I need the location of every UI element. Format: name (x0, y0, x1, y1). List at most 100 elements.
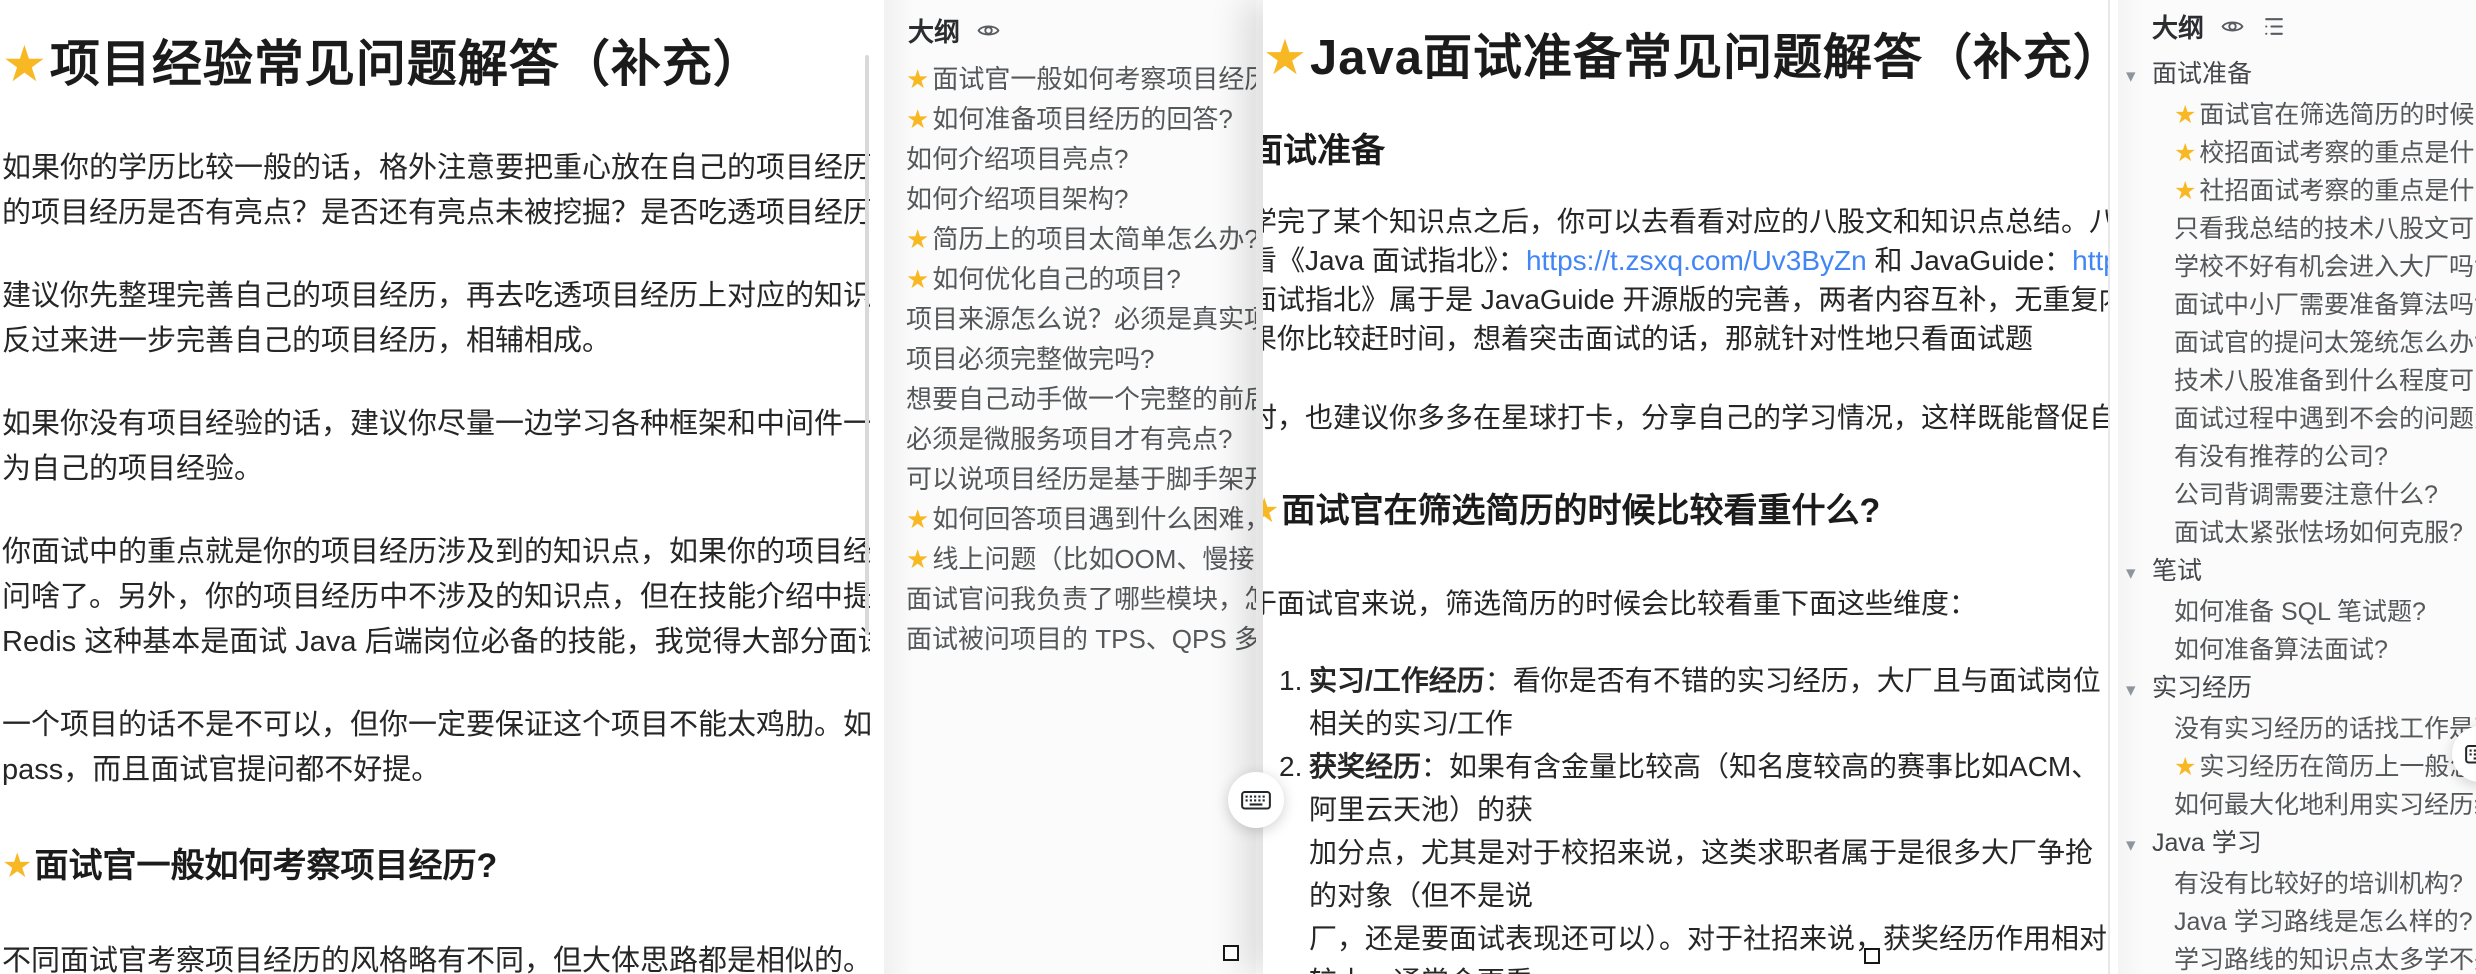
chevron-down-icon[interactable]: ▾ (2126, 555, 2152, 593)
outline-item[interactable]: 必须是微服务项目才有亮点? (884, 419, 1256, 459)
outline-item[interactable]: 有没有推荐的公司? (2118, 438, 2476, 476)
outline-item[interactable]: 如何准备 SQL 笔试题? (2118, 593, 2476, 631)
outline-item[interactable]: ★线上问题（比如OOM、慢接口）如何… (884, 539, 1256, 579)
document-window-java-interview: ★Java面试准备常见问题解答（补充）面试准备学完了某个知识点之后，你可以去看看… (1263, 0, 2476, 974)
keyboard-toggle-button[interactable] (1228, 772, 1284, 828)
outline-item[interactable]: ★校招面试考察的重点是什么? (2118, 134, 2476, 172)
chevron-down-icon[interactable]: ▾ (2126, 672, 2152, 710)
heading-text: Java面试准备常见问题解答（补充） (1310, 31, 2108, 85)
outline-item[interactable]: 可以说项目经历是基于脚手架开发的吗? (884, 459, 1256, 499)
hyperlink[interactable]: https://t.zsxq.com/Uv3ByZn (1526, 245, 1867, 276)
window-resize-handle[interactable] (1223, 945, 1239, 961)
outline-item[interactable]: 如何介绍项目亮点? (884, 139, 1256, 179)
outline-item[interactable]: 没有实习经历的话找工作是不是特… (2118, 710, 2476, 748)
text-run: 时，也建议你多多在星球打卡，分享自己的学习情况，这样既能督促自己，又有机会 (1263, 402, 2108, 433)
star-icon: ★ (906, 64, 929, 94)
outline-item[interactable]: 如何准备算法面试? (2118, 631, 2476, 669)
paragraph: 建议你先整理完善自己的项目经历，再去吃透项目经历上对应的知识点。在学习对应的反过… (2, 274, 870, 364)
outline-item-label: 笔试 (2152, 552, 2202, 590)
text-run: 建议你先整理完善自己的项目经历，再去吃透项目经历上对应的知识点。在学习对应的 (2, 280, 870, 312)
list-term: 获奖经历 (1309, 751, 1421, 782)
text-run: Redis 这种基本是面试 Java 后端岗位必备的技能，我觉得大部分面试官应该… (2, 626, 870, 658)
window-resize-handle[interactable] (1864, 948, 1880, 964)
outline-item-label: 如何回答项目遇到什么困难，如何解… (932, 504, 1256, 534)
list-item-body: 获奖经历：如果有含金量比较高（知名度较高的赛事比如ACM、阿里云天池）的获加分点… (1309, 745, 2108, 974)
outline-item[interactable]: ★简历上的项目太简单怎么办? (884, 219, 1256, 259)
outline-item[interactable]: ★如何准备项目经历的回答? (884, 99, 1256, 139)
doc-heading: ★项目经验常见问题解答（补充） (2, 0, 870, 96)
outline-item-label: 面试官在筛选简历的时候比较看… (2199, 96, 2476, 134)
outline-item[interactable]: 学习路线的知识点太多学不完怎么… (2118, 941, 2476, 974)
outline-item-label: 想要自己动手做一个完整的前后端项目… (906, 384, 1256, 414)
text-run: 看《Java 面试指北》： (1263, 245, 1526, 276)
outline-item[interactable]: Java 学习路线是怎么样的? (2118, 903, 2476, 941)
paragraph: 如果你的学历比较一般的话，格外注意要把重心放在自己的项目经历上。投递简历之前的项… (2, 146, 870, 236)
eye-icon[interactable] (976, 18, 1001, 43)
outline-item-list: ▾面试准备★面试官在筛选简历的时候比较看…★校招面试考察的重点是什么?★社招面试… (2118, 55, 2476, 974)
outline-item[interactable]: 有没有比较好的培训机构? (2118, 865, 2476, 903)
outline-group[interactable]: ▾实习经历 (2118, 669, 2476, 710)
outline-item[interactable]: 面试被问项目的 TPS、QPS 多少，怎… (884, 619, 1256, 659)
outline-item[interactable]: 想要自己动手做一个完整的前后端项目… (884, 379, 1256, 419)
outline-item-label: Java 学习 (2152, 824, 2262, 862)
heading-text: 面试官在筛选简历的时候比较看重什么? (1281, 492, 1880, 530)
heading-text: 项目经验常见问题解答（补充） (50, 36, 764, 92)
outline-item[interactable]: 只看我总结的技术八股文可以不? (2118, 210, 2476, 248)
outline-item[interactable]: 项目必须完整做完吗? (884, 339, 1256, 379)
star-icon: ★ (1263, 492, 1279, 530)
hyperlink[interactable]: https://javag (2072, 245, 2108, 276)
outline-item[interactable]: ★面试官一般如何考察项目经历? (884, 59, 1256, 99)
outline-group[interactable]: ▾Java 学习 (2118, 824, 2476, 865)
list-icon[interactable] (2261, 14, 2286, 39)
outline-item[interactable]: 学校不好有机会进入大厂吗? (2118, 248, 2476, 286)
outline-item-label: 校招面试考察的重点是什么? (2199, 134, 2476, 172)
outline-group[interactable]: ▾面试准备 (2118, 55, 2476, 96)
outline-item[interactable]: 面试官的提问太笼统怎么办? (2118, 324, 2476, 362)
star-icon: ★ (2174, 748, 2196, 786)
heading-text: 面试官一般如何考察项目经历? (34, 847, 497, 885)
outline-item[interactable]: ★面试官在筛选简历的时候比较看… (2118, 96, 2476, 134)
chevron-down-icon[interactable]: ▾ (2126, 827, 2152, 865)
outline-item[interactable]: ★实习经历在简历上一般怎么写比… (2118, 748, 2476, 786)
outline-item-label: 面试官的提问太笼统怎么办? (2174, 324, 2476, 362)
outline-item-label: 如何准备 SQL 笔试题? (2174, 593, 2426, 631)
text-run: 一个项目的话不是不可以，但你一定要保证这个项目不能太鸡肋。如果太鸡肋的话，简 (2, 709, 870, 741)
doc-line: 反过来进一步完善自己的项目经历，相辅相成。 (2, 319, 870, 364)
eye-icon[interactable] (2220, 14, 2245, 39)
chevron-down-icon[interactable]: ▾ (2126, 58, 2152, 96)
paragraph: 于面试官来说，筛选简历的时候会比较看重下面这些维度： (1263, 584, 2108, 623)
outline-item[interactable]: ★社招面试考察的重点是什么? (2118, 172, 2476, 210)
outline-item[interactable]: ★如何回答项目遇到什么困难，如何解… (884, 499, 1256, 539)
outline-title: 大纲 (2152, 8, 2204, 45)
outline-item[interactable]: 面试过程中遇到不会的问题怎么办? (2118, 400, 2476, 438)
outline-item-label: 项目来源怎么说？必须是真实项目吗? (906, 304, 1256, 334)
ordered-list: 1.实习/工作经历：看你是否有不错的实习经历，大厂且与面试岗位相关的实习/工作2… (1263, 659, 2108, 974)
outline-item-label: 学习路线的知识点太多学不完怎么… (2174, 941, 2476, 974)
outline-item-label: 技术八股准备到什么程度可以开始… (2174, 362, 2476, 400)
list-number: 2. (1279, 745, 1309, 974)
outline-item[interactable]: 面试太紧张怯场如何克服? (2118, 514, 2476, 552)
outline-item-label: 面试中小厂需要准备算法吗? (2174, 286, 2476, 324)
panel-divider (2108, 0, 2110, 974)
outline-header: 大纲 (884, 0, 1256, 59)
outline-item[interactable]: 技术八股准备到什么程度可以开始… (2118, 362, 2476, 400)
vertical-scrollbar[interactable] (865, 55, 869, 635)
outline-item[interactable]: 面试中小厂需要准备算法吗? (2118, 286, 2476, 324)
outline-item[interactable]: 公司背调需要注意什么? (2118, 476, 2476, 514)
paragraph: 你面试中的重点就是你的项目经历涉及到的知识点，如果你的项目经历比较简单的话，问啥… (2, 530, 870, 665)
outline-item-label: 学校不好有机会进入大厂吗? (2174, 248, 2476, 286)
outline-item[interactable]: 如何最大化地利用实习经历给自己… (2118, 786, 2476, 824)
outline-item[interactable]: 如何介绍项目架构? (884, 179, 1256, 219)
star-icon: ★ (2, 847, 32, 885)
outline-group[interactable]: ▾笔试 (2118, 552, 2476, 593)
text-run: 你面试中的重点就是你的项目经历涉及到的知识点，如果你的项目经历比较简单的话， (2, 536, 870, 568)
doc-heading: 面试准备 (1263, 123, 2108, 172)
text-run: 如果你的学历比较一般的话，格外注意要把重心放在自己的项目经历上。投递简历之前 (2, 152, 870, 184)
outline-item[interactable]: ★如何优化自己的项目? (884, 259, 1256, 299)
doc-line: 你面试中的重点就是你的项目经历涉及到的知识点，如果你的项目经历比较简单的话， (2, 530, 870, 575)
text-run: 如果你没有项目经验的话，建议你尽量一边学习各种框架和中间件一边做一个完整且有 (2, 408, 870, 440)
outline-item[interactable]: 面试官问我负责了哪些模块，怎么回答? (884, 579, 1256, 619)
outline-item[interactable]: 项目来源怎么说？必须是真实项目吗? (884, 299, 1256, 339)
outline-item-label: 只看我总结的技术八股文可以不? (2174, 210, 2476, 248)
paragraph: 不同面试官考察项目经历的风格略有不同，但大体思路都是相似的。 (2, 939, 870, 974)
